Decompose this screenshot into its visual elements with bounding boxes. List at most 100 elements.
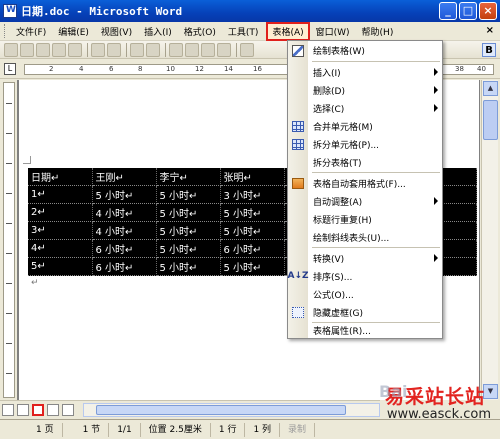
table-cell[interactable]: 李宁↵ bbox=[156, 168, 221, 186]
table-cell[interactable]: 1↵ bbox=[28, 185, 93, 204]
table-cell[interactable]: 3 小时↵ bbox=[220, 185, 285, 204]
menu-table[interactable]: 表格(A) bbox=[266, 21, 310, 41]
menu-item-convert[interactable]: 转换(V) bbox=[288, 249, 443, 268]
spelling-icon[interactable] bbox=[130, 42, 144, 57]
vertical-ruler[interactable] bbox=[3, 82, 15, 398]
margin-corner-mark bbox=[23, 156, 31, 164]
tab-selector-icon[interactable]: L bbox=[4, 63, 16, 75]
table-cell[interactable]: 4 小时↵ bbox=[92, 221, 157, 240]
table-cell[interactable]: 6 小时↵ bbox=[92, 239, 157, 258]
web-view-icon[interactable] bbox=[16, 403, 29, 416]
outline-view-icon[interactable] bbox=[46, 403, 59, 416]
table-cell[interactable]: 王刚↵ bbox=[92, 168, 157, 186]
save-icon[interactable] bbox=[36, 42, 50, 57]
table-cell[interactable]: 6 小时↵ bbox=[92, 257, 157, 276]
menu-item-insert[interactable]: 插入(I) bbox=[288, 63, 443, 82]
table-cell[interactable]: 5 小时↵ bbox=[156, 257, 221, 276]
menu-item-delete[interactable]: 删除(D) bbox=[288, 81, 443, 100]
research-icon[interactable] bbox=[146, 42, 160, 57]
table-cell[interactable]: 日期↵ bbox=[28, 168, 93, 186]
menu-item-label: 删除(D) bbox=[313, 87, 345, 97]
table-cell[interactable]: 5 小时↵ bbox=[220, 221, 285, 240]
email-icon[interactable] bbox=[68, 42, 82, 57]
submenu-arrow-icon bbox=[434, 104, 438, 112]
horizontal-scrollbar[interactable] bbox=[82, 402, 380, 417]
document-close-icon[interactable]: × bbox=[486, 25, 494, 36]
table-cell[interactable]: 5 小时↵ bbox=[92, 185, 157, 204]
ruler-number: 38 bbox=[455, 65, 464, 73]
menu-separator bbox=[312, 172, 440, 173]
table-cell[interactable]: 4↵ bbox=[28, 239, 93, 258]
undo-icon[interactable] bbox=[240, 42, 254, 57]
copy-icon[interactable] bbox=[185, 42, 199, 57]
hide-gridlines-icon bbox=[288, 303, 308, 322]
menu-item-heading-rows-repeat[interactable]: 标题行重复(H) bbox=[288, 210, 443, 229]
vertical-scrollbar[interactable]: ▲ ▼ bbox=[481, 80, 498, 400]
menu-view[interactable]: 视图(V) bbox=[95, 23, 138, 40]
menu-item-table-properties[interactable]: 表格属性(R)... bbox=[288, 321, 443, 340]
ruler-tick bbox=[6, 313, 12, 314]
table-cell[interactable]: 5↵ bbox=[28, 257, 93, 276]
permission-icon[interactable] bbox=[52, 42, 66, 57]
close-button[interactable]: × bbox=[479, 2, 497, 20]
menu-window[interactable]: 窗口(W) bbox=[310, 23, 356, 40]
status-position: 位置 2.5厘米 bbox=[141, 422, 211, 437]
table-cell[interactable]: 2↵ bbox=[28, 203, 93, 222]
format-painter-icon[interactable] bbox=[217, 42, 231, 57]
menu-help[interactable]: 帮助(H) bbox=[356, 23, 400, 40]
table-cell[interactable]: 5 小时↵ bbox=[220, 203, 285, 222]
horizontal-scrollbar-thumb[interactable] bbox=[95, 404, 346, 415]
ruler-tick bbox=[6, 283, 12, 284]
menu-blank-icon bbox=[288, 63, 308, 82]
table-cell[interactable]: 6 小时↵ bbox=[220, 239, 285, 258]
menu-item-sort[interactable]: A↓Z 排序(S)... bbox=[287, 267, 443, 286]
menu-item-hide-gridlines[interactable]: 隐藏虚框(G) bbox=[288, 303, 443, 322]
menu-insert[interactable]: 插入(I) bbox=[138, 23, 178, 40]
menu-item-split-cells[interactable]: 拆分单元格(P)... bbox=[288, 135, 443, 154]
status-record[interactable]: 录制 bbox=[280, 422, 316, 437]
menu-item-label: 合并单元格(M) bbox=[313, 123, 373, 133]
menu-file[interactable]: 文件(F) bbox=[10, 23, 52, 40]
table-cell[interactable]: 5 小时↵ bbox=[156, 203, 221, 222]
open-folder-icon[interactable] bbox=[20, 42, 34, 57]
minimize-button[interactable]: _ bbox=[439, 2, 457, 20]
print-layout-view-icon[interactable] bbox=[31, 403, 44, 416]
menu-item-table-autoformat[interactable]: 表格自动套用格式(F)... bbox=[288, 174, 443, 193]
menu-item-formula[interactable]: 公式(O)... bbox=[288, 285, 443, 304]
menu-item-select[interactable]: 选择(C) bbox=[288, 99, 443, 118]
menu-item-merge-cells[interactable]: 合并单元格(M) bbox=[288, 117, 443, 136]
table-cell[interactable]: 5 小时↵ bbox=[156, 221, 221, 240]
menu-item-draw-diagonal-header[interactable]: 绘制斜线表头(U)... bbox=[288, 228, 443, 247]
word-app-icon[interactable] bbox=[3, 4, 17, 18]
reading-view-icon[interactable] bbox=[61, 403, 74, 416]
normal-view-icon[interactable] bbox=[2, 403, 14, 416]
faint-watermark-text: Bai bbox=[379, 382, 408, 401]
paste-icon[interactable] bbox=[201, 42, 215, 57]
maximize-button[interactable]: □ bbox=[459, 2, 477, 20]
table-cell[interactable]: 5 小时↵ bbox=[220, 257, 285, 276]
menu-item-label: 转换(V) bbox=[313, 255, 345, 265]
ruler-tick bbox=[6, 343, 12, 344]
cut-icon[interactable] bbox=[169, 42, 183, 57]
scrollbar-thumb[interactable] bbox=[483, 100, 498, 140]
print-icon[interactable] bbox=[91, 42, 105, 57]
menu-format[interactable]: 格式(O) bbox=[178, 23, 222, 40]
menu-blank-icon bbox=[288, 153, 308, 172]
menu-item-draw-table[interactable]: 绘制表格(W) bbox=[288, 41, 443, 60]
print-preview-icon[interactable] bbox=[107, 42, 121, 57]
menu-grip[interactable] bbox=[4, 24, 7, 38]
bold-button[interactable]: B bbox=[482, 43, 496, 57]
menu-blank-icon bbox=[288, 228, 308, 247]
new-document-icon[interactable] bbox=[4, 42, 18, 57]
scroll-up-arrow-icon[interactable]: ▲ bbox=[483, 81, 498, 96]
table-cell[interactable]: 5 小时↵ bbox=[156, 185, 221, 204]
table-cell[interactable]: 4 小时↵ bbox=[92, 203, 157, 222]
menu-item-split-table[interactable]: 拆分表格(T) bbox=[288, 153, 443, 172]
table-cell[interactable]: 张明↵ bbox=[220, 168, 285, 186]
ruler-number: 4 bbox=[79, 65, 84, 73]
table-cell[interactable]: 3↵ bbox=[28, 221, 93, 240]
table-cell[interactable]: 5 小时↵ bbox=[156, 239, 221, 258]
menu-item-autofit[interactable]: 自动调整(A) bbox=[288, 192, 443, 211]
menu-tools[interactable]: 工具(T) bbox=[222, 23, 265, 40]
menu-edit[interactable]: 编辑(E) bbox=[52, 23, 95, 40]
